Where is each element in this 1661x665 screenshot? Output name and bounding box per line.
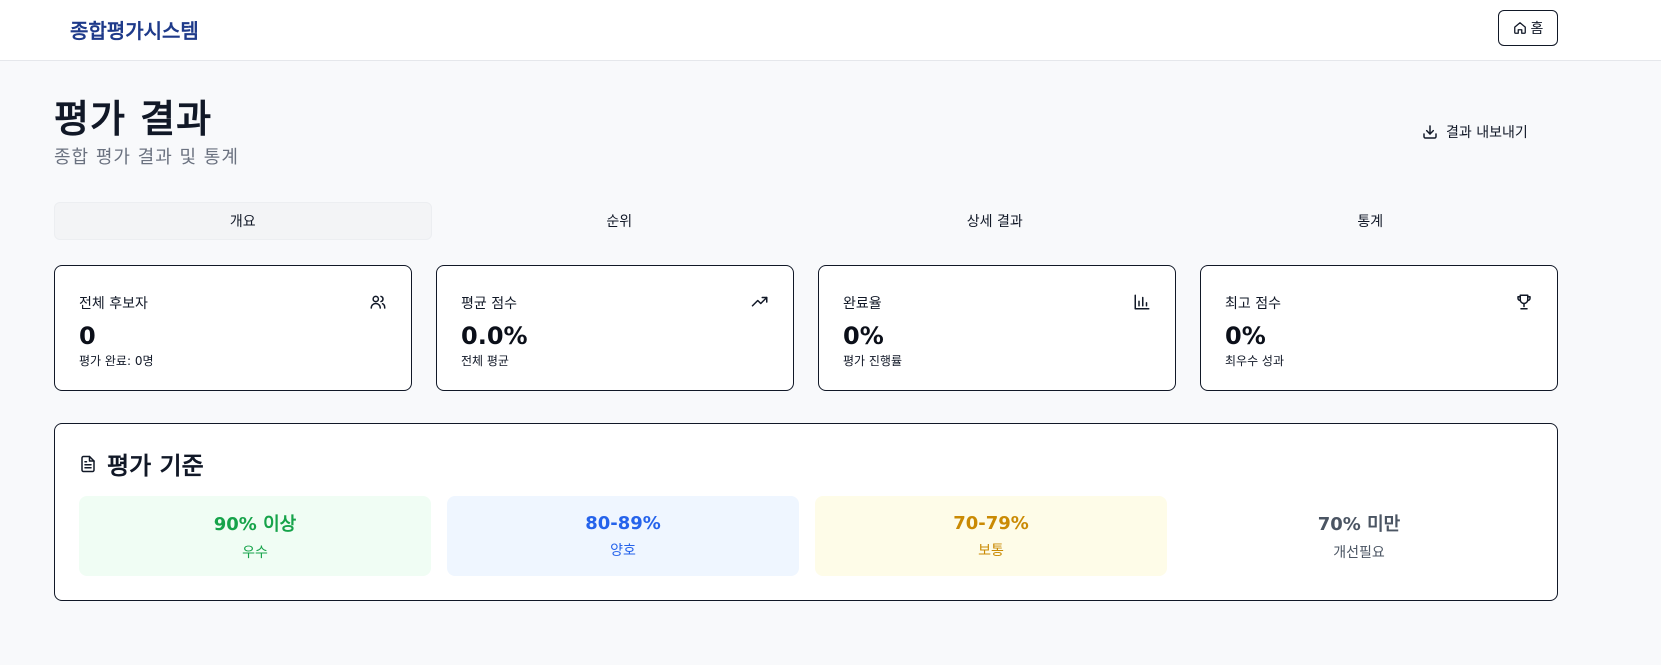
stat-card-completion-rate: 완료율 0% 평가 진행률 [818,265,1176,391]
criteria-range: 70% 미만 [1317,514,1401,535]
tab-overview[interactable]: 개요 [54,202,432,240]
stat-value: 0% [843,322,884,350]
evaluation-criteria-card: 평가 기준 90% 이상 우수 80-89% 양호 70-79% 보통 70% … [54,423,1558,601]
stat-value: 0.0% [461,322,528,350]
criteria-title: 평가 기준 [107,452,204,480]
criteria-label: 우수 [242,545,268,561]
criteria-label: 개선필요 [1333,545,1385,561]
stat-label: 평균 점수 [461,296,517,312]
brand-title[interactable]: 종합평가시스템 [70,15,199,44]
criteria-label: 양호 [610,542,636,559]
criteria-level-needs-improvement: 70% 미만 개선필요 [1183,496,1535,576]
trending-up-icon [751,296,768,307]
bar-chart-icon [1134,294,1150,310]
stat-description: 평가 완료: 0명 [79,354,154,368]
top-navbar: 종합평가시스템 홈 [0,0,1661,61]
stat-label: 전체 후보자 [79,296,148,312]
criteria-level-excellent: 90% 이상 우수 [79,496,431,576]
stat-description: 전체 평균 [461,354,509,368]
stat-card-top-score: 최고 점수 0% 최우수 성과 [1200,265,1558,391]
stat-label: 완료율 [843,296,882,312]
tab-statistics[interactable]: 통계 [1183,202,1559,240]
stat-value: 0% [1225,322,1266,350]
criteria-level-good: 80-89% 양호 [447,496,799,576]
stat-card-average-score: 평균 점수 0.0% 전체 평균 [436,265,794,391]
users-icon [370,295,386,309]
criteria-level-average: 70-79% 보통 [815,496,1167,576]
export-results-button[interactable]: 결과 내보내기 [1422,119,1528,145]
criteria-range: 90% 이상 [213,514,297,535]
criteria-header: 평가 기준 [79,446,204,481]
tab-list: 개요 순위 상세 결과 통계 [54,202,1558,240]
document-icon [81,455,95,472]
trophy-icon [1517,294,1531,310]
stat-value: 0 [79,322,96,350]
tab-detailed-results[interactable]: 상세 결과 [807,202,1183,240]
stat-description: 최우수 성과 [1225,354,1285,368]
criteria-range: 80-89% [585,512,661,534]
page-title: 평가 결과 [54,97,213,141]
stat-description: 평가 진행률 [843,354,903,368]
home-icon [1513,22,1526,34]
criteria-label: 보통 [978,542,1004,559]
stat-label: 최고 점수 [1225,296,1281,312]
export-label: 결과 내보내기 [1446,125,1528,141]
stat-card-total-candidates: 전체 후보자 0 평가 완료: 0명 [54,265,412,391]
home-button-label: 홈 [1530,21,1544,37]
page-subtitle: 종합 평가 결과 및 통계 [54,147,239,168]
download-icon [1423,125,1437,139]
tab-ranking[interactable]: 순위 [432,202,808,240]
criteria-range: 70-79% [953,512,1029,534]
home-button[interactable]: 홈 [1498,10,1558,46]
